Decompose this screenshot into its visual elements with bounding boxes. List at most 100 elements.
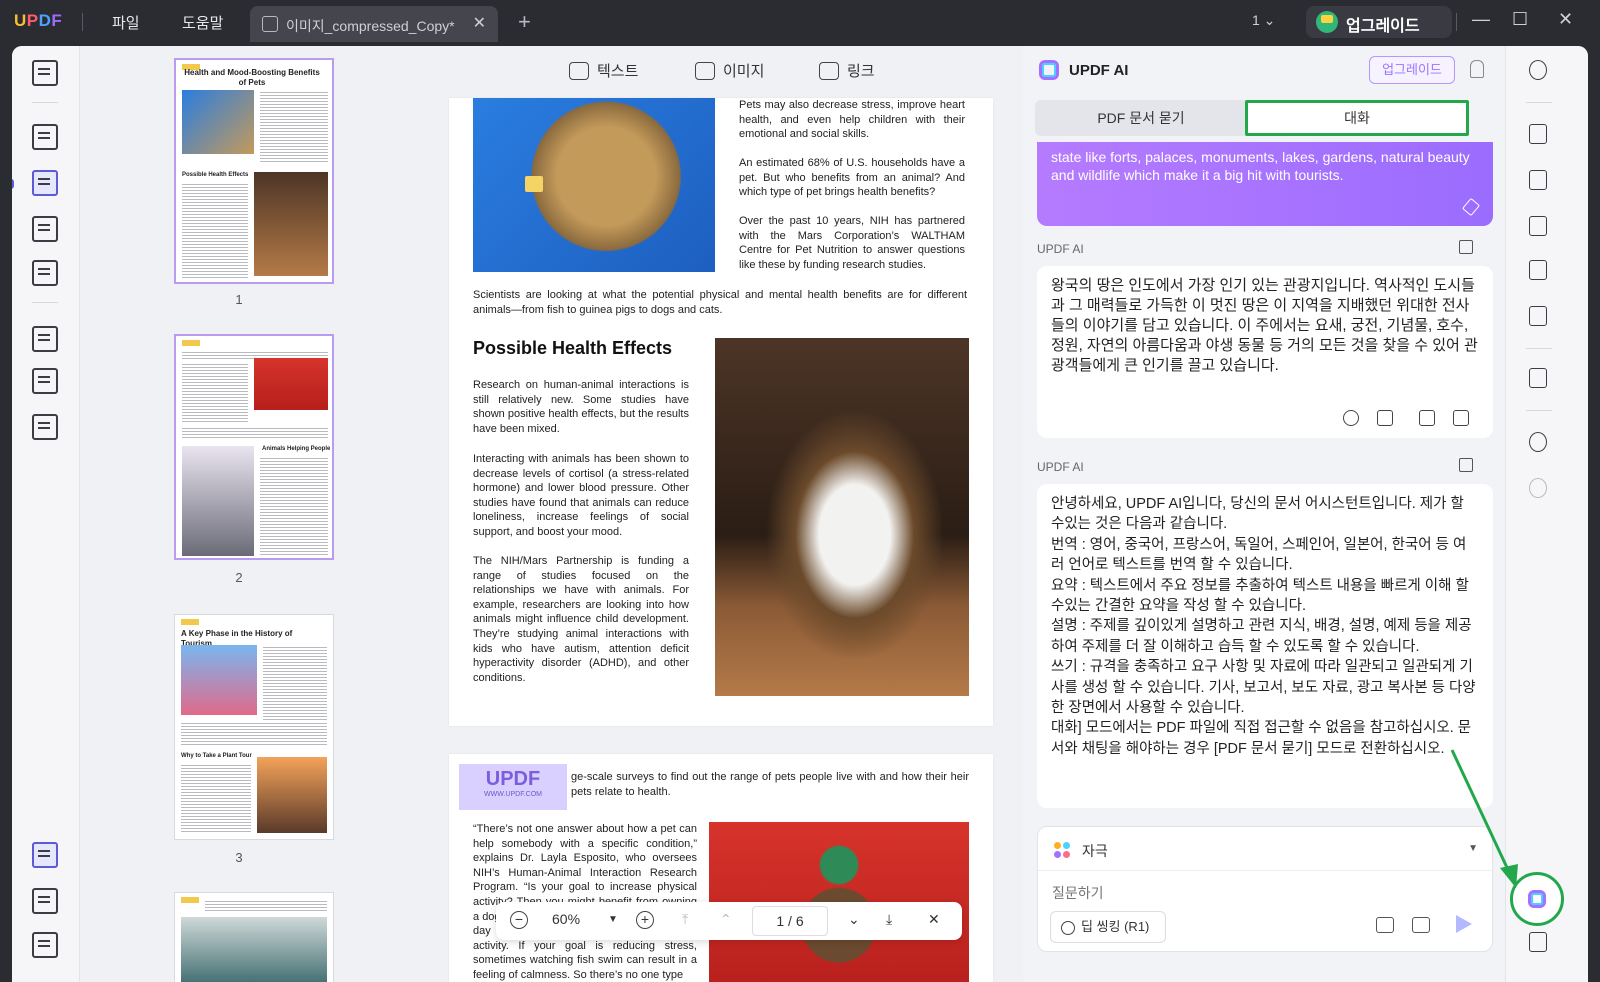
- zoom-dropdown-icon[interactable]: ▼: [608, 914, 618, 925]
- add-image-button[interactable]: 이미지: [695, 60, 764, 81]
- share-icon[interactable]: [1459, 240, 1473, 254]
- thumbnail-text: [260, 456, 328, 556]
- main-window: Health and Mood-Boosting Benefits of Pet…: [12, 46, 1588, 982]
- bookmark-icon[interactable]: [32, 888, 58, 914]
- edit-pencil-icon[interactable]: [1461, 197, 1481, 217]
- households-paragraph[interactable]: An estimated 68% of U.S. households have…: [739, 156, 965, 200]
- ask-question-input[interactable]: [1052, 885, 1452, 901]
- add-text-button[interactable]: 텍스트: [569, 60, 638, 81]
- toolbar-divider: [1526, 348, 1552, 349]
- pdf-page-1[interactable]: Pets may also decrease stress, improve h…: [449, 98, 993, 726]
- last-page-icon[interactable]: ⤓: [886, 911, 892, 928]
- send-icon[interactable]: [1456, 915, 1472, 933]
- updf-ai-button[interactable]: [1510, 872, 1564, 926]
- pet-stress-paragraph[interactable]: Pets may also decrease stress, improve h…: [739, 98, 965, 142]
- page-organize-icon[interactable]: [32, 216, 58, 242]
- convert-file-icon[interactable]: [1529, 170, 1547, 190]
- share-file-icon[interactable]: [1529, 260, 1547, 280]
- edit-pdf-icon[interactable]: [32, 170, 58, 196]
- comment-note-icon[interactable]: [525, 176, 543, 192]
- page-selector[interactable]: 1 ⌄: [1252, 12, 1275, 29]
- nih-paragraph[interactable]: Over the past 10 years, NIH has partnere…: [739, 214, 965, 272]
- watermark-subtext: WWW.UPDF.COM: [484, 791, 542, 798]
- image-upload-icon[interactable]: [1376, 917, 1394, 933]
- menu-file[interactable]: 파일: [112, 12, 140, 33]
- text-box-icon: [569, 62, 589, 80]
- thumbnail-page-1[interactable]: Health and Mood-Boosting Benefits of Pet…: [174, 58, 334, 284]
- copy-icon[interactable]: [1377, 410, 1393, 426]
- notification-icon[interactable]: [1470, 60, 1484, 78]
- menu-help[interactable]: 도움말: [182, 12, 223, 33]
- close-zoom-bar-icon[interactable]: ✕: [928, 911, 940, 928]
- surveys-paragraph[interactable]: ge-scale surveys to find out the range o…: [571, 770, 969, 799]
- upgrade-button[interactable]: 업그레이드: [1306, 6, 1452, 38]
- thumbnail-logo: [181, 619, 199, 625]
- section-heading[interactable]: Possible Health Effects: [473, 338, 672, 359]
- first-page-icon[interactable]: ⤒: [682, 911, 688, 928]
- prompt-selector[interactable]: 자극 ▼: [1038, 827, 1494, 871]
- reader-mode-icon[interactable]: [32, 60, 58, 86]
- thumbnail-text: [260, 90, 328, 164]
- convert-icon[interactable]: [32, 326, 58, 352]
- thumbnail-section: Animals Helping People: [262, 446, 331, 452]
- thumbnail-page-number: 3: [235, 850, 243, 865]
- user-message-text: state like forts, palaces, monuments, la…: [1051, 149, 1470, 183]
- thumbnail-section: Why to Take a Plant Tour: [181, 753, 252, 759]
- protect-icon[interactable]: [32, 414, 58, 440]
- updf-watermark[interactable]: UPDF WWW.UPDF.COM: [459, 764, 567, 810]
- deep-thinking-toggle[interactable]: 딥 씽킹 (R1): [1050, 911, 1166, 943]
- thumbs-up-icon[interactable]: [1419, 410, 1435, 426]
- ai-upgrade-button[interactable]: 업그레이드: [1369, 56, 1455, 84]
- thumbnail-panel: Health and Mood-Boosting Benefits of Pet…: [80, 46, 427, 982]
- zoom-value[interactable]: 60%: [552, 911, 580, 927]
- zoom-out-button[interactable]: −: [510, 911, 528, 929]
- screenshot-icon[interactable]: [1412, 917, 1430, 933]
- thumbnail-text: [181, 763, 251, 833]
- attachment-icon[interactable]: [32, 932, 58, 958]
- tab-ask-pdf[interactable]: PDF 문서 묻기: [1035, 100, 1247, 136]
- title-separator: [1456, 13, 1457, 31]
- layers-icon[interactable]: [32, 842, 58, 868]
- zoom-in-button[interactable]: +: [636, 911, 654, 929]
- cat-image[interactable]: [473, 98, 715, 272]
- maximize-button[interactable]: ☐: [1512, 9, 1528, 30]
- active-indicator: [12, 179, 14, 189]
- research-paragraph[interactable]: Research on human-animal interactions is…: [473, 378, 689, 436]
- thumbs-down-icon[interactable]: [1453, 410, 1469, 426]
- add-link-button[interactable]: 링크: [819, 60, 875, 81]
- share-icon[interactable]: [1459, 458, 1473, 472]
- minimize-button[interactable]: —: [1472, 9, 1490, 30]
- user-message-bubble: state like forts, palaces, monuments, la…: [1037, 142, 1493, 226]
- email-icon[interactable]: [1529, 306, 1547, 326]
- undo-icon[interactable]: [1529, 432, 1547, 452]
- dog-cat-image[interactable]: [715, 338, 969, 696]
- regenerate-icon[interactable]: [1343, 410, 1359, 426]
- partnership-paragraph[interactable]: The NIH/Mars Partnership is funding a ra…: [473, 554, 689, 685]
- chevron-down-icon[interactable]: ▼: [1468, 843, 1478, 854]
- new-tab-button[interactable]: +: [518, 9, 531, 35]
- upgrade-label: 업그레이드: [1346, 18, 1420, 35]
- thumbnail-page-2[interactable]: Animals Helping People: [174, 334, 334, 560]
- search-icon[interactable]: [1529, 60, 1547, 80]
- comment-icon[interactable]: [32, 124, 58, 150]
- close-window-button[interactable]: ✕: [1558, 9, 1573, 30]
- scientists-paragraph[interactable]: Scientists are looking at what the poten…: [473, 288, 967, 317]
- comments-icon[interactable]: [1529, 932, 1547, 952]
- document-tab[interactable]: 이미지_compressed_Copy* ✕: [250, 6, 498, 42]
- page-indicator[interactable]: 1 / 6: [752, 906, 828, 936]
- crop-icon[interactable]: [32, 368, 58, 394]
- protect-file-icon[interactable]: [1529, 216, 1547, 236]
- form-icon[interactable]: [32, 260, 58, 286]
- close-tab-icon[interactable]: ✕: [473, 13, 486, 33]
- thumbnail-page-4[interactable]: [174, 892, 334, 982]
- ocr-icon[interactable]: [1529, 124, 1547, 144]
- next-page-icon[interactable]: ⌄: [848, 911, 860, 928]
- pdf-page-2[interactable]: UPDF WWW.UPDF.COM ge-scale surveys to fi…: [449, 754, 993, 982]
- prev-page-icon[interactable]: ⌃: [720, 911, 732, 928]
- thumbnail-page-3[interactable]: A Key Phase in the History of Tourism Wh…: [174, 614, 334, 840]
- interacting-paragraph[interactable]: Interacting with animals has been shown …: [473, 452, 689, 540]
- redo-icon[interactable]: [1529, 478, 1547, 498]
- save-icon[interactable]: [1529, 368, 1547, 388]
- ai-response-card: 왕국의 땅은 인도에서 가장 인기 있는 관광지입니다. 역사적인 도시들과 그…: [1037, 266, 1493, 438]
- tab-chat[interactable]: 대화: [1245, 100, 1469, 136]
